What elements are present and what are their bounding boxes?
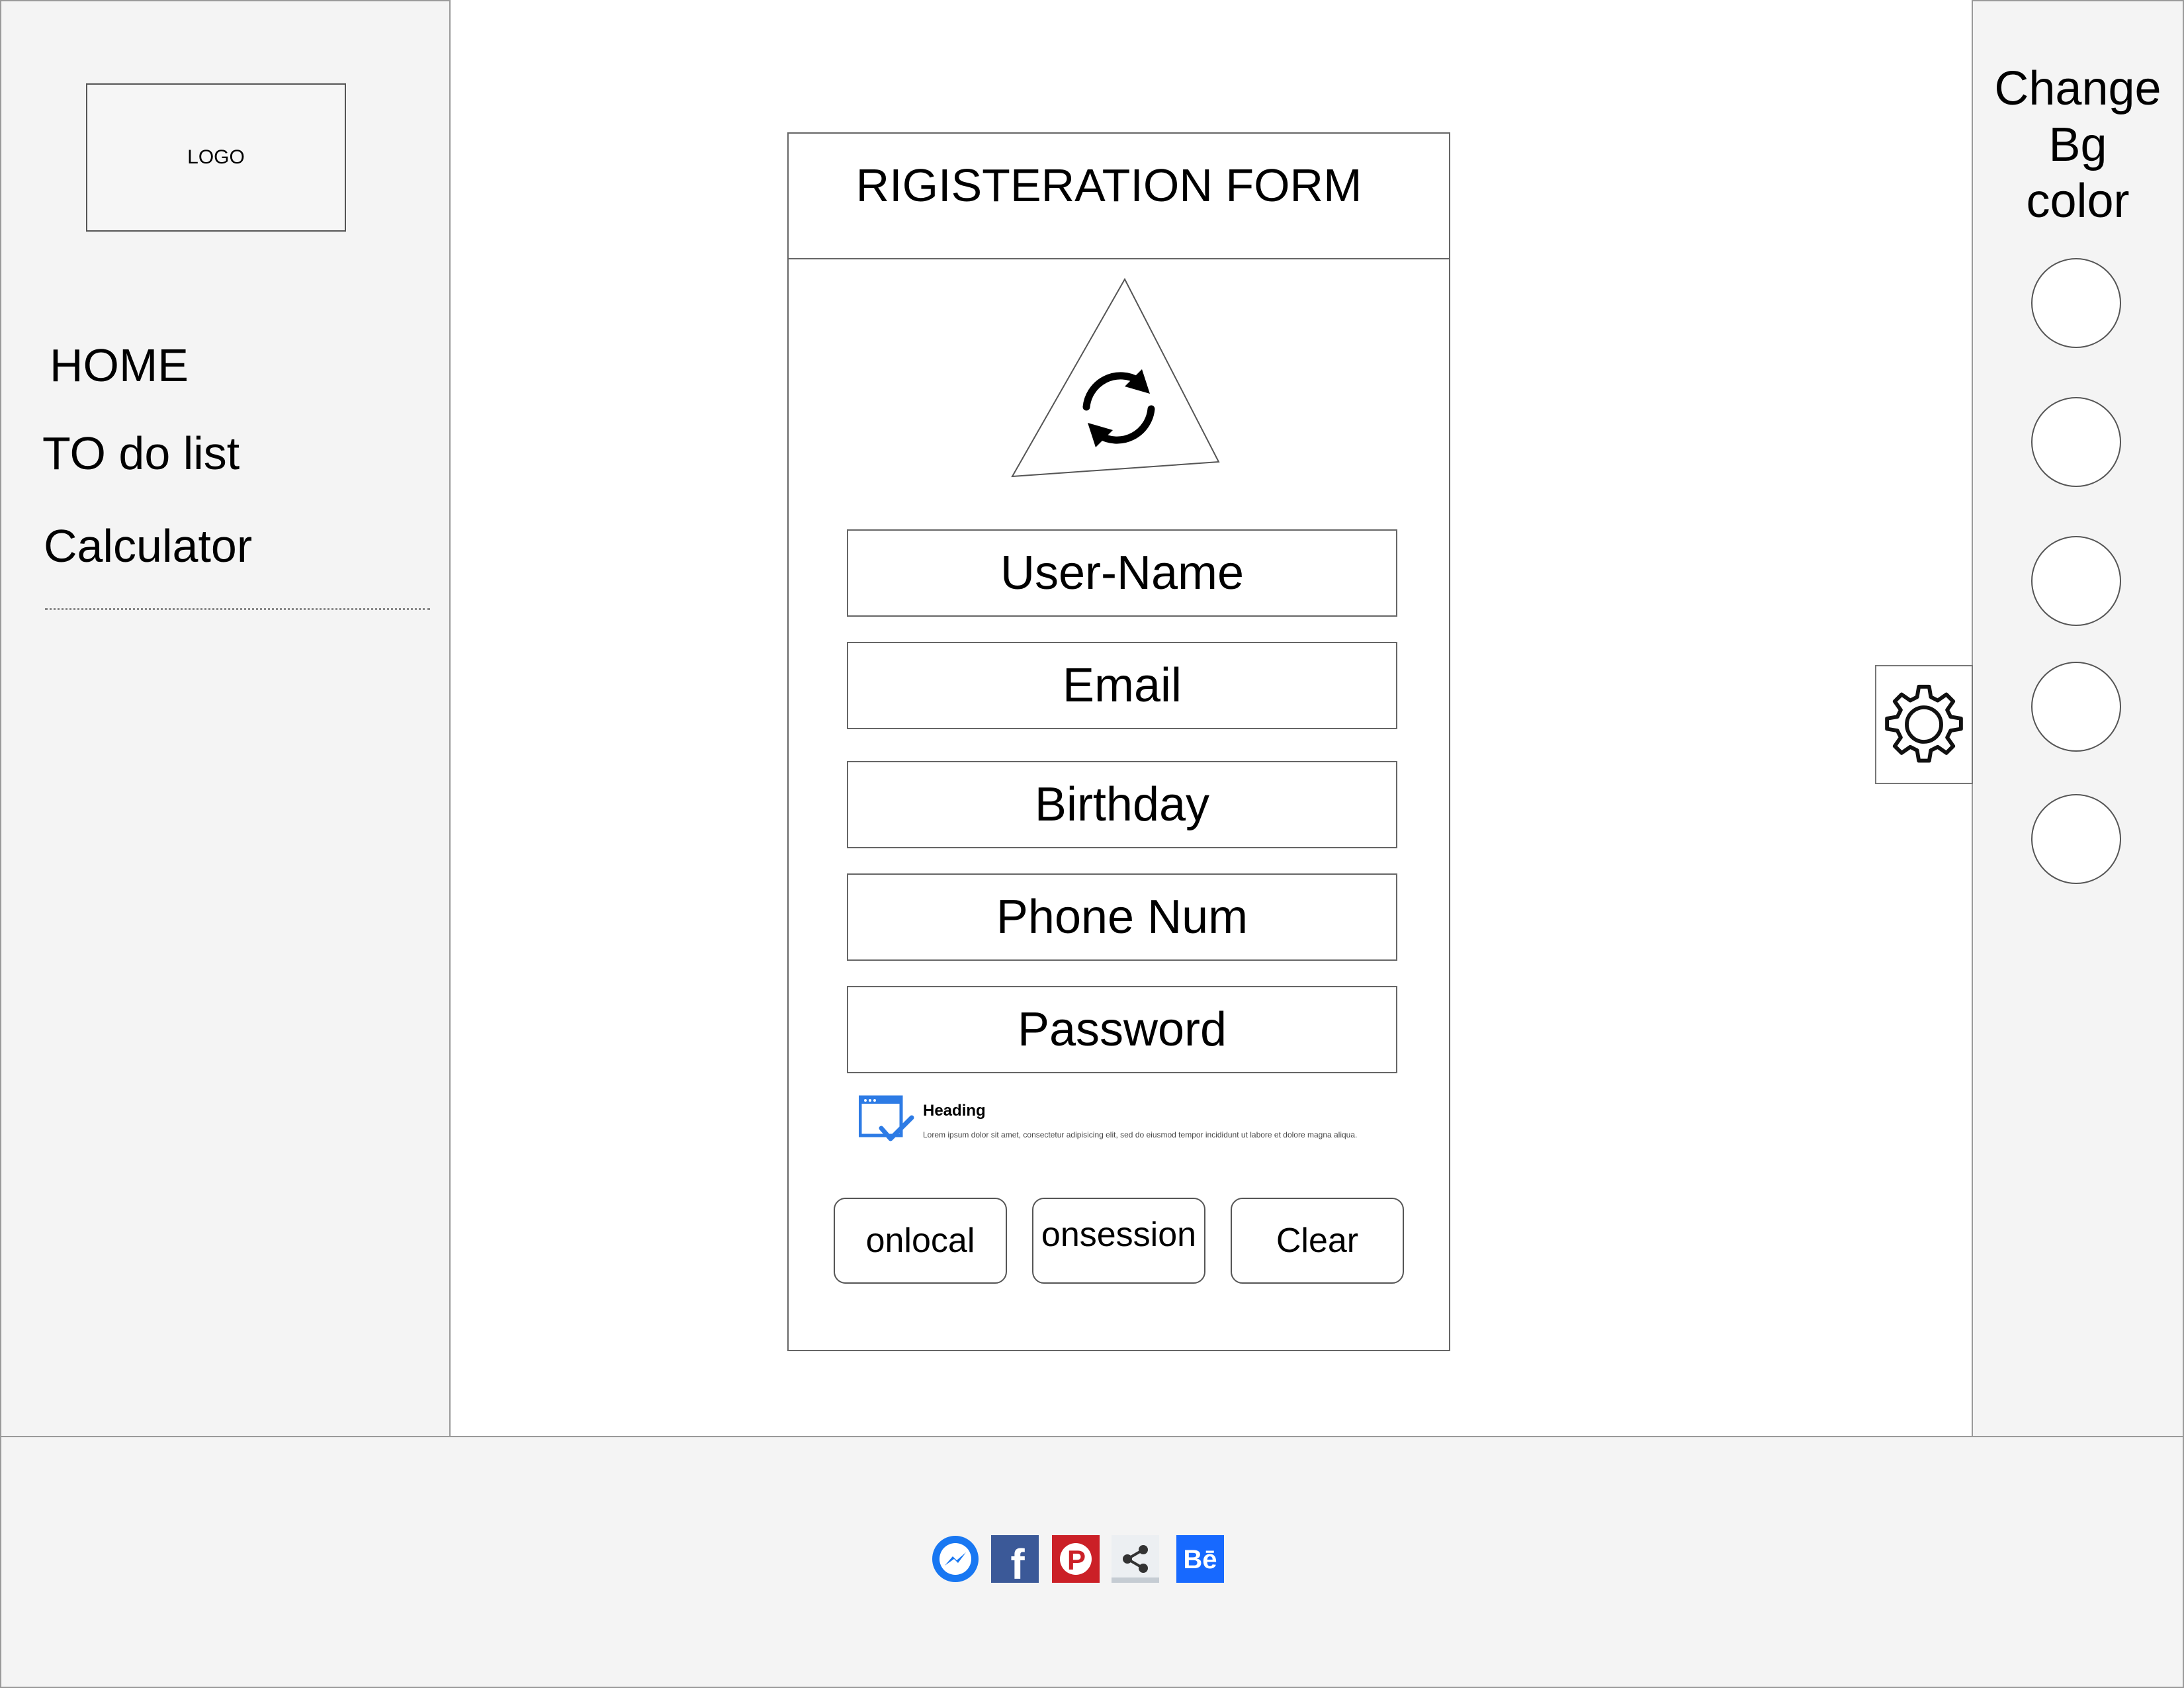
messenger-icon[interactable] [932,1535,979,1583]
clear-button[interactable]: Clear [1231,1198,1404,1284]
color-swatch-1[interactable] [2031,258,2121,348]
logo-label: LOGO [187,146,245,168]
logo[interactable]: LOGO [86,83,346,232]
birthday-field[interactable]: Birthday [847,761,1397,848]
email-field[interactable]: Email [847,642,1397,729]
email-field-label: Email [1062,659,1182,712]
nav-item-todo-list[interactable]: TO do list [42,427,240,480]
bg-title-line: Change [1994,62,2162,115]
avatar-placeholder[interactable] [1006,278,1224,483]
window-check-icon [859,1095,914,1141]
nav-item-home[interactable]: HOME [50,339,189,392]
change-bg-color-title: Change Bg color [1972,61,2184,230]
onsession-button-label: onsession [1041,1216,1197,1254]
username-field[interactable]: User-Name [847,529,1397,617]
password-field-label: Password [1017,1003,1227,1056]
phone-field[interactable]: Phone Num [847,873,1397,961]
password-field[interactable]: Password [847,986,1397,1073]
svg-text:Bē: Bē [1183,1545,1217,1574]
onsession-button[interactable]: onsession [1032,1198,1205,1284]
bg-title-line: color [2026,175,2130,228]
behance-icon[interactable]: Bē [1176,1535,1224,1583]
svg-text:P: P [1067,1544,1086,1576]
nav-item-calculator[interactable]: Calculator [44,519,252,572]
form-title: RIGISTERATION FORM [855,159,1362,211]
nav-divider [45,608,430,610]
color-swatch-5[interactable] [2031,794,2121,884]
facebook-icon[interactable]: f [991,1535,1039,1583]
bg-title-line: Bg [2048,118,2107,171]
color-swatch-3[interactable] [2031,536,2121,626]
phone-field-label: Phone Num [996,891,1248,944]
onlocal-button-label: onlocal [865,1222,975,1260]
color-swatch-2[interactable] [2031,397,2121,487]
notice-heading: Heading [923,1102,986,1120]
gear-icon [1885,684,1963,763]
birthday-field-label: Birthday [1034,778,1210,831]
onlocal-button[interactable]: onlocal [834,1198,1007,1284]
pinterest-icon[interactable]: P [1052,1535,1100,1583]
clear-button-label: Clear [1276,1222,1359,1260]
svg-text:f: f [1010,1540,1025,1583]
share-icon[interactable] [1112,1535,1159,1583]
settings-toggle[interactable] [1875,665,1973,784]
notice-text: Lorem ipsum dolor sit amet, consectetur … [923,1130,1358,1139]
username-field-label: User-Name [1000,547,1245,600]
color-swatch-4[interactable] [2031,662,2121,752]
